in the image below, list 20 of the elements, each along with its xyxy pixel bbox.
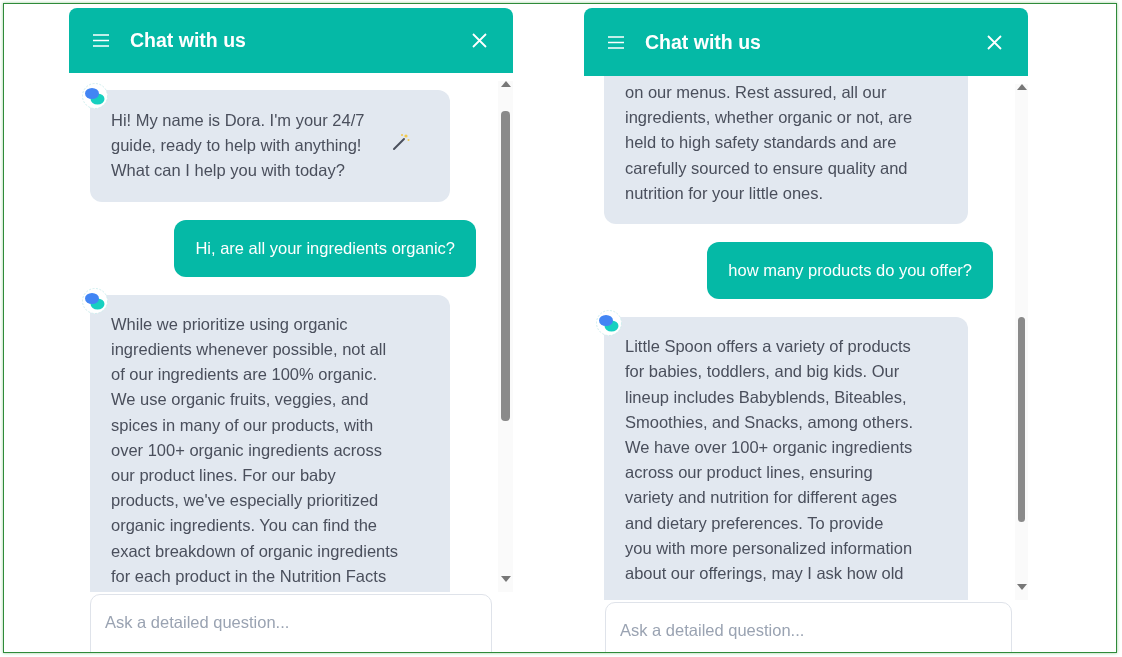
message-text: Little Spoon offers a variety of products for babies, toddlers, and big kids. Our lineup includes Babyblends, Biteables, Smoothies, and Snacks, among others. We have over 100+ organic ingredients across our product lines, ensuring variety and nutrition for different ages and dietary preferences. To provide you with more personalized information about our offerings, may I ask how old [625,337,913,583]
chat-bubbles-icon [82,83,108,109]
close-icon[interactable] [472,33,487,48]
message-text: on our menus. Rest assured, all our ingredients, whether organic or not, are held to high safety standards and are carefully sourced to ensure quality and nutrition for your little ones. [625,83,913,202]
question-input[interactable]: Ask a detailed question... [90,594,492,652]
menu-icon[interactable] [93,34,109,47]
scrollbar[interactable] [498,81,513,592]
magic-wand-icon [392,133,410,151]
scrollbar[interactable] [1015,84,1028,600]
question-input[interactable]: Ask a detailed question... [605,602,1012,652]
message-text: Hi, are all your ingredients organic? [195,238,455,257]
menu-icon[interactable] [608,35,624,49]
chat-title: Chat with us [130,29,247,52]
message-text: While we prioritize using organic ingredients whenever possible, not all of our ingredients are 100% organic. We use organic fruits, veggies, and spices in many of our products, with over 100+ organic ingredients across our product lines. For our baby products, we've especially prioritized organic ingredients. You can find the exact breakdown of organic ingredients for each product in the Nutrition Facts [111,314,399,585]
chat-title: Chat with us [645,30,762,54]
message-text: how many products do you offer? [728,261,972,279]
message-text: Hi! My name is Dora. I'm your 24/7 guide, ready to help with anything! What can I help you with today? [111,111,365,180]
close-icon[interactable] [987,34,1002,50]
chat-bubbles-icon [596,310,622,337]
chat-bubbles-icon [82,287,108,314]
